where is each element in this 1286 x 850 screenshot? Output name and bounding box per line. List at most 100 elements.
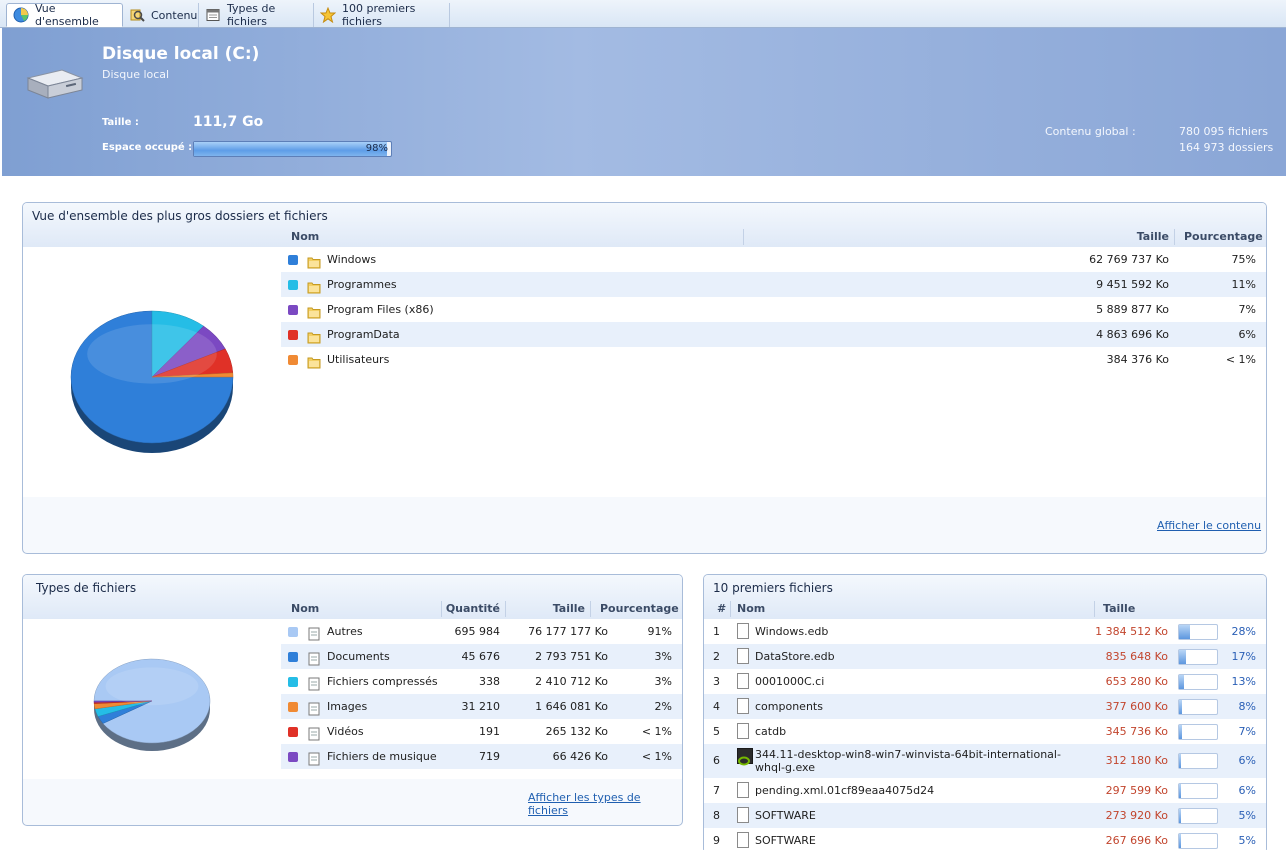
top-file-row[interactable]: 1 Windows.edb 1 384 512 Ko 28% bbox=[704, 619, 1266, 644]
file-type-name: Fichiers compressés bbox=[327, 675, 438, 688]
star-icon bbox=[319, 6, 337, 24]
file-type-name: Fichiers de musique bbox=[327, 750, 437, 763]
file-type-quantity: 191 bbox=[479, 725, 500, 738]
folder-name: Windows bbox=[327, 253, 377, 266]
file-type-quantity: 31 210 bbox=[461, 700, 501, 713]
overview-panel-header: Vue d'ensemble des plus gros dossiers et… bbox=[23, 203, 1266, 247]
show-contents-link[interactable]: Afficher le contenu bbox=[1157, 519, 1261, 532]
folder-size: 5 889 877 Ko bbox=[1096, 303, 1169, 316]
types-col-percent[interactable]: Pourcentage bbox=[600, 599, 679, 619]
top-file-rank: 5 bbox=[713, 725, 720, 738]
file-type-row[interactable]: Vidéos 191 265 132 Ko < 1% bbox=[281, 719, 682, 744]
file-type-row[interactable]: Autres 695 984 76 177 177 Ko 91% bbox=[281, 619, 682, 644]
column-divider bbox=[505, 601, 506, 617]
overview-row[interactable]: Program Files (x86) 5 889 877 Ko 7% bbox=[281, 297, 1266, 322]
top-file-size-bar bbox=[1178, 648, 1218, 665]
types-col-name[interactable]: Nom bbox=[291, 599, 319, 619]
video-icon bbox=[307, 725, 321, 741]
tab-file-types[interactable]: Types de fichiers bbox=[199, 2, 314, 28]
folder-icon bbox=[307, 303, 321, 319]
size-label: Taille : bbox=[102, 117, 139, 128]
file-type-quantity: 719 bbox=[479, 750, 500, 763]
file-icon bbox=[737, 648, 749, 664]
top-file-name: DataStore.edb bbox=[755, 650, 835, 663]
top-file-size-bar-fill bbox=[1179, 724, 1182, 739]
used-space-bar-fill bbox=[194, 142, 388, 156]
tab-overview-label: Vue d'ensemble bbox=[35, 2, 99, 28]
file-type-percent: 3% bbox=[654, 675, 672, 688]
legend-swatch bbox=[288, 727, 298, 737]
top-files-col-size[interactable]: Taille bbox=[1103, 599, 1135, 619]
top-files-col-number[interactable]: # bbox=[717, 599, 726, 619]
top-file-size-bar-fill bbox=[1179, 674, 1184, 689]
tab-top-100-files[interactable]: 100 premiers fichiers bbox=[314, 2, 450, 28]
file-type-row[interactable]: Documents 45 676 2 793 751 Ko 3% bbox=[281, 644, 682, 669]
types-pie-highlight bbox=[105, 667, 199, 706]
top-file-size-bar-fill bbox=[1179, 833, 1181, 848]
tab-overview[interactable]: Vue d'ensemble bbox=[6, 2, 123, 28]
tab-contents[interactable]: Contenu bbox=[123, 3, 199, 27]
magnifier-icon bbox=[129, 7, 145, 23]
overview-panel: Vue d'ensemble des plus gros dossiers et… bbox=[22, 202, 1267, 554]
top-file-percent: 8% bbox=[1238, 700, 1256, 713]
top-file-rank: 1 bbox=[713, 625, 720, 638]
top-file-size: 653 280 Ko bbox=[1105, 675, 1168, 688]
legend-swatch bbox=[288, 677, 298, 687]
folder-name: Programmes bbox=[327, 278, 397, 291]
top-file-size-bar-fill bbox=[1179, 808, 1181, 823]
top-file-rank: 8 bbox=[713, 809, 720, 822]
folder-percent: 6% bbox=[1238, 328, 1256, 341]
top-files-col-name[interactable]: Nom bbox=[737, 599, 765, 619]
file-type-row[interactable]: Fichiers de musique 719 66 426 Ko < 1% bbox=[281, 744, 682, 769]
used-space-bar: 98% bbox=[193, 141, 392, 157]
top-file-size-bar-fill bbox=[1179, 699, 1182, 714]
top-file-size-bar bbox=[1178, 782, 1218, 799]
overview-col-size[interactable]: Taille bbox=[1023, 227, 1169, 247]
legend-swatch bbox=[288, 280, 298, 290]
top-file-name: catdb bbox=[755, 725, 787, 738]
image-icon bbox=[307, 700, 321, 716]
size-value: 111,7 Go bbox=[193, 114, 264, 130]
folders-count: 164 973 dossiers bbox=[1179, 141, 1274, 154]
folder-icon bbox=[307, 353, 321, 369]
top-file-rank: 4 bbox=[713, 700, 720, 713]
overview-col-percent[interactable]: Pourcentage bbox=[1184, 227, 1263, 247]
legend-swatch bbox=[288, 355, 298, 365]
top-file-row[interactable]: 3 0001000C.ci 653 280 Ko 13% bbox=[704, 669, 1266, 694]
file-type-name: Images bbox=[327, 700, 368, 713]
top-file-size-bar-fill bbox=[1179, 649, 1186, 664]
file-type-row[interactable]: Images 31 210 1 646 081 Ko 2% bbox=[281, 694, 682, 719]
top-file-row[interactable]: 7 pending.xml.01cf89eaa4075d24 297 599 Ko 6… bbox=[704, 778, 1266, 803]
top-file-rank: 2 bbox=[713, 650, 720, 663]
show-file-types-link[interactable]: Afficher les types de fichiers bbox=[528, 791, 682, 817]
types-col-quantity[interactable]: Quantité bbox=[443, 599, 500, 619]
folder-percent: < 1% bbox=[1225, 353, 1256, 366]
types-col-size[interactable]: Taille bbox=[507, 599, 585, 619]
top-file-rank: 3 bbox=[713, 675, 720, 688]
file-type-size: 1 646 081 Ko bbox=[535, 700, 608, 713]
file-type-size: 2 793 751 Ko bbox=[535, 650, 608, 663]
folder-icon bbox=[307, 328, 321, 344]
top-file-size-bar-fill bbox=[1179, 783, 1181, 798]
top-file-row[interactable]: 5 catdb 345 736 Ko 7% bbox=[704, 719, 1266, 744]
top-file-percent: 6% bbox=[1238, 754, 1256, 767]
folder-percent: 7% bbox=[1238, 303, 1256, 316]
overview-row[interactable]: Utilisateurs 384 376 Ko < 1% bbox=[281, 347, 1266, 372]
top-file-row[interactable]: 2 DataStore.edb 835 648 Ko 17% bbox=[704, 644, 1266, 669]
top-file-row[interactable]: 4 components 377 600 Ko 8% bbox=[704, 694, 1266, 719]
top-file-row[interactable]: 6 344.11-desktop-win8-win7-winvista-64bit… bbox=[704, 744, 1266, 778]
nvidia-installer-icon bbox=[737, 748, 753, 766]
file-icon bbox=[737, 623, 749, 639]
folder-size: 384 376 Ko bbox=[1106, 353, 1169, 366]
file-type-percent: 91% bbox=[647, 625, 672, 638]
legend-swatch bbox=[288, 305, 298, 315]
overview-row[interactable]: Programmes 9 451 592 Ko 11% bbox=[281, 272, 1266, 297]
used-space-percent: 98% bbox=[365, 143, 388, 154]
overview-row[interactable]: ProgramData 4 863 696 Ko 6% bbox=[281, 322, 1266, 347]
top-file-row[interactable]: 9 SOFTWARE 267 696 Ko 5% bbox=[704, 828, 1266, 850]
overview-row[interactable]: Windows 62 769 737 Ko 75% bbox=[281, 247, 1266, 272]
overview-col-name[interactable]: Nom bbox=[291, 227, 319, 247]
top-file-row[interactable]: 8 SOFTWARE 273 920 Ko 5% bbox=[704, 803, 1266, 828]
top-file-rank: 7 bbox=[713, 784, 720, 797]
file-type-row[interactable]: Fichiers compressés 338 2 410 712 Ko 3% bbox=[281, 669, 682, 694]
